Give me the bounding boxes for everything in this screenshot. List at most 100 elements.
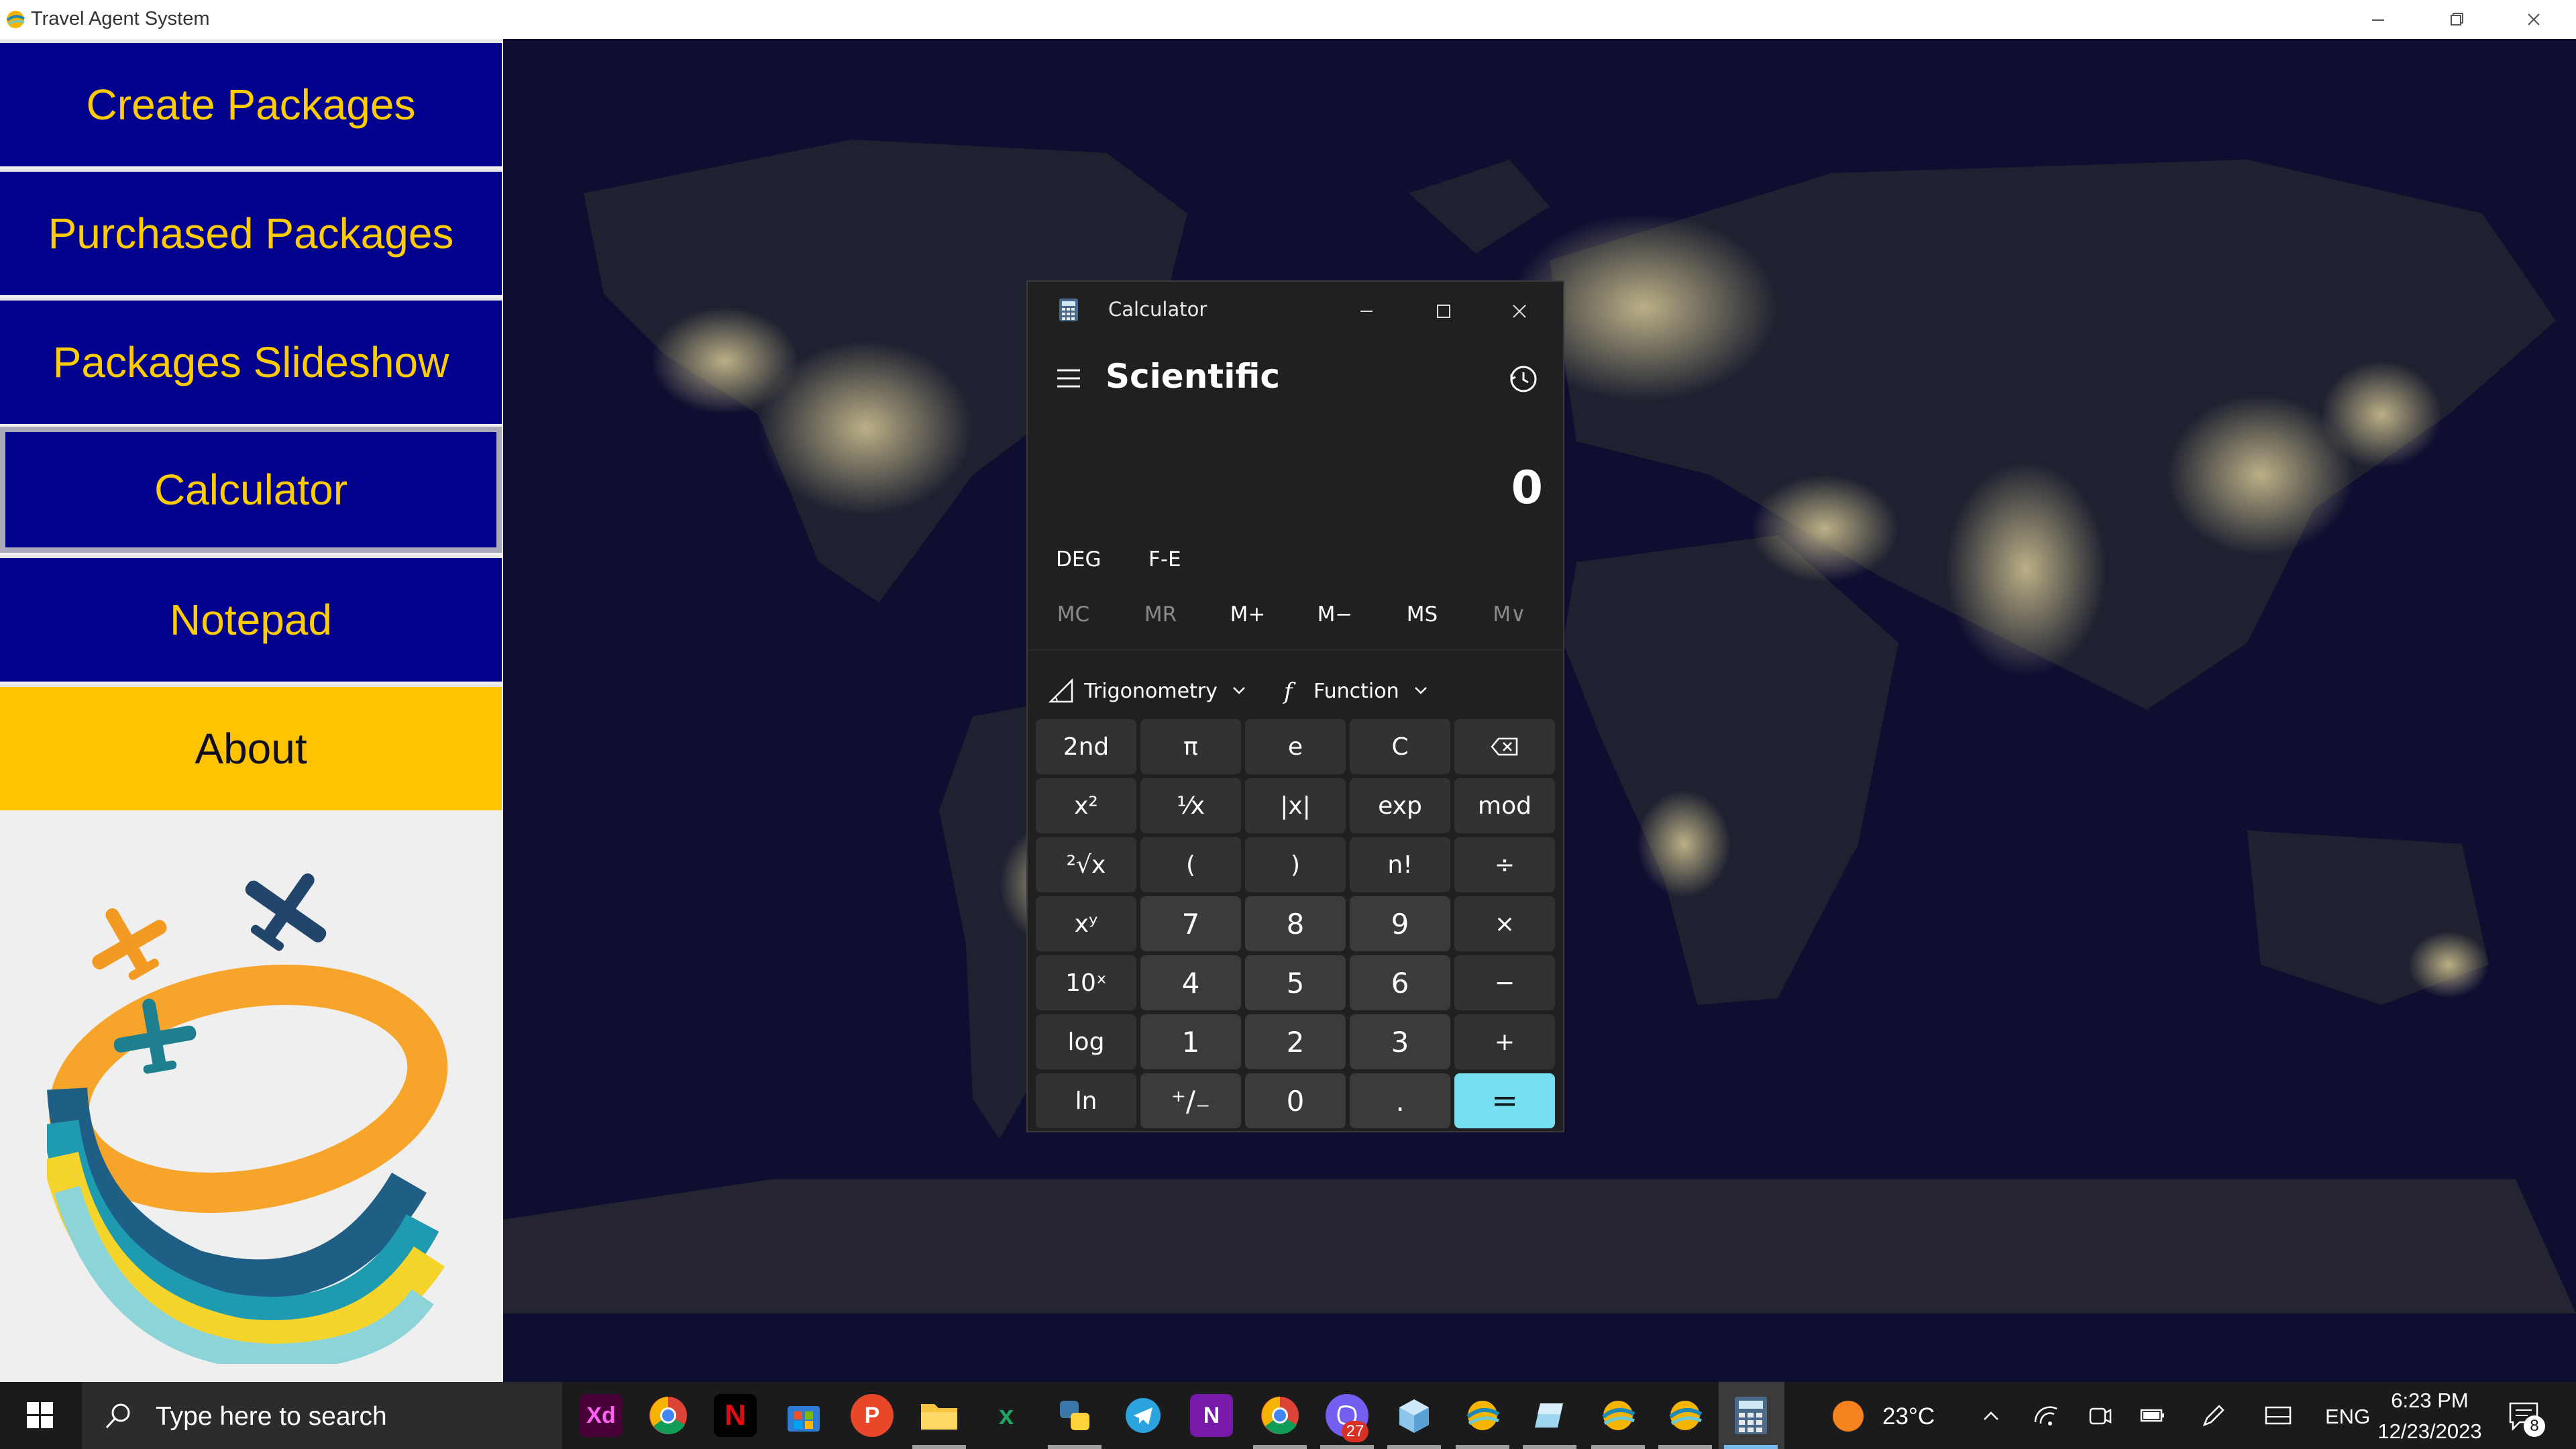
digit-9-key[interactable]: 9 <box>1350 896 1450 951</box>
absolute-value-key[interactable]: |x| <box>1245 778 1346 833</box>
file-explorer-icon[interactable] <box>918 1394 961 1437</box>
chrome-icon[interactable] <box>647 1394 690 1437</box>
create-packages-button[interactable]: Create Packages <box>0 40 502 166</box>
memory-clear-button[interactable]: MC <box>1033 602 1114 627</box>
battery-icon[interactable] <box>2137 1402 2167 1429</box>
running-indicator <box>1456 1445 1509 1449</box>
maximize-icon[interactable] <box>1419 292 1466 330</box>
multiply-key[interactable]: × <box>1454 896 1555 951</box>
subtract-key[interactable]: − <box>1454 955 1555 1010</box>
weather-sun-icon[interactable] <box>1833 1401 1864 1432</box>
notes-icon[interactable] <box>1528 1394 1571 1437</box>
angle-unit-button[interactable]: DEG <box>1056 547 1101 572</box>
chevron-up-icon[interactable] <box>1976 1402 2006 1429</box>
purchased-packages-button[interactable]: Purchased Packages <box>0 169 502 295</box>
weather-temperature[interactable]: 23°C <box>1882 1403 1935 1430</box>
netflix-icon[interactable]: N <box>714 1394 757 1437</box>
digit-3-key[interactable]: 3 <box>1350 1014 1450 1069</box>
memory-recall-button[interactable]: MR <box>1120 602 1201 627</box>
add-key[interactable]: + <box>1454 1014 1555 1069</box>
digit-7-key[interactable]: 7 <box>1140 896 1241 951</box>
calculator-taskbar-icon[interactable] <box>1729 1394 1772 1437</box>
microsoft-store-icon[interactable] <box>782 1394 825 1437</box>
calculator-app-icon <box>1059 299 1078 321</box>
running-indicator <box>1658 1445 1712 1449</box>
log-key[interactable]: log <box>1036 1014 1136 1069</box>
backspace-icon <box>1491 737 1518 756</box>
function-f-icon: f <box>1282 678 1296 704</box>
travel-agent-app-icon[interactable] <box>1597 1394 1640 1437</box>
language-indicator[interactable]: ENG <box>2325 1405 2370 1429</box>
travel-logo <box>47 873 448 1364</box>
pen-icon[interactable] <box>2198 1402 2227 1429</box>
pi-key[interactable]: π <box>1140 719 1241 774</box>
factorial-key[interactable]: n! <box>1350 837 1450 892</box>
clear-key[interactable]: C <box>1350 719 1450 774</box>
ten-power-key[interactable]: 10ˣ <box>1036 955 1136 1010</box>
exp-key[interactable]: exp <box>1350 778 1450 833</box>
euler-key[interactable]: e <box>1245 719 1346 774</box>
close-paren-key[interactable]: ) <box>1245 837 1346 892</box>
notification-count-badge: 8 <box>2524 1415 2545 1437</box>
minimize-icon[interactable] <box>2348 4 2408 35</box>
notepad-button[interactable]: Notepad <box>0 555 502 682</box>
camera-icon[interactable] <box>2085 1402 2114 1429</box>
fe-button[interactable]: F-E <box>1148 547 1181 572</box>
restore-icon[interactable] <box>2426 4 2486 35</box>
power-key[interactable]: xʸ <box>1036 896 1136 951</box>
packages-slideshow-button[interactable]: Packages Slideshow <box>0 298 502 424</box>
digit-0-key[interactable]: 0 <box>1245 1073 1346 1128</box>
travel-agent-app-icon[interactable] <box>1461 1394 1504 1437</box>
memory-add-button[interactable]: M+ <box>1208 602 1288 627</box>
3d-viewer-icon[interactable] <box>1393 1394 1436 1437</box>
digit-4-key[interactable]: 4 <box>1140 955 1241 1010</box>
function-dropdown[interactable]: f Function <box>1277 671 1444 711</box>
chrome-profile-icon[interactable] <box>1258 1394 1301 1437</box>
windows-start-icon[interactable] <box>0 1382 80 1449</box>
divider <box>1028 649 1563 651</box>
divide-key[interactable]: ÷ <box>1454 837 1555 892</box>
close-icon[interactable] <box>2504 4 2564 35</box>
window-titlebar: Travel Agent System <box>0 0 2576 39</box>
digit-6-key[interactable]: 6 <box>1350 955 1450 1010</box>
clock-time[interactable]: 6:23 PM <box>2383 1389 2477 1413</box>
travel-agent-app-icon[interactable] <box>1664 1394 1707 1437</box>
adobe-xd-icon[interactable]: Xd <box>580 1394 623 1437</box>
close-icon[interactable] <box>1496 292 1543 330</box>
telegram-icon[interactable] <box>1122 1394 1165 1437</box>
search-input[interactable]: Type here to search <box>82 1382 562 1449</box>
digit-8-key[interactable]: 8 <box>1245 896 1346 951</box>
calculator-button[interactable]: Calculator <box>0 427 502 553</box>
square-root-key[interactable]: ²√x <box>1036 837 1136 892</box>
ln-key[interactable]: ln <box>1036 1073 1136 1128</box>
parsec-icon[interactable]: P <box>851 1394 894 1437</box>
hamburger-menu-icon[interactable] <box>1055 365 1083 392</box>
equals-key[interactable]: = <box>1454 1073 1555 1128</box>
wifi-icon[interactable] <box>2031 1402 2061 1429</box>
digit-5-key[interactable]: 5 <box>1245 955 1346 1010</box>
decimal-key[interactable]: . <box>1350 1073 1450 1128</box>
backspace-key[interactable] <box>1454 719 1555 774</box>
onenote-icon[interactable]: N <box>1190 1394 1233 1437</box>
reciprocal-key[interactable]: ¹⁄x <box>1140 778 1241 833</box>
open-paren-key[interactable]: ( <box>1140 837 1241 892</box>
running-indicator <box>1591 1445 1645 1449</box>
second-function-key[interactable]: 2nd <box>1036 719 1136 774</box>
digit-2-key[interactable]: 2 <box>1245 1014 1346 1069</box>
excel-icon[interactable]: x <box>985 1394 1028 1437</box>
mod-key[interactable]: mod <box>1454 778 1555 833</box>
minimize-icon[interactable] <box>1343 292 1390 330</box>
digit-1-key[interactable]: 1 <box>1140 1014 1241 1069</box>
keyboard-icon[interactable] <box>2263 1402 2293 1429</box>
memory-store-button[interactable]: MS <box>1382 602 1462 627</box>
history-icon[interactable] <box>1505 361 1540 396</box>
calculator-window[interactable]: Calculator Scientific 0 DEG F-E MC MR M+… <box>1026 280 1564 1132</box>
memory-subtract-button[interactable]: M− <box>1295 602 1375 627</box>
clock-date[interactable]: 12/23/2023 <box>2372 1419 2487 1444</box>
memory-list-button[interactable]: M∨ <box>1469 602 1550 627</box>
negate-key[interactable]: ⁺/₋ <box>1140 1073 1241 1128</box>
about-button[interactable]: About <box>0 684 502 810</box>
square-key[interactable]: x² <box>1036 778 1136 833</box>
python-icon[interactable] <box>1053 1394 1096 1437</box>
trigonometry-dropdown[interactable]: Trigonometry <box>1048 671 1262 711</box>
